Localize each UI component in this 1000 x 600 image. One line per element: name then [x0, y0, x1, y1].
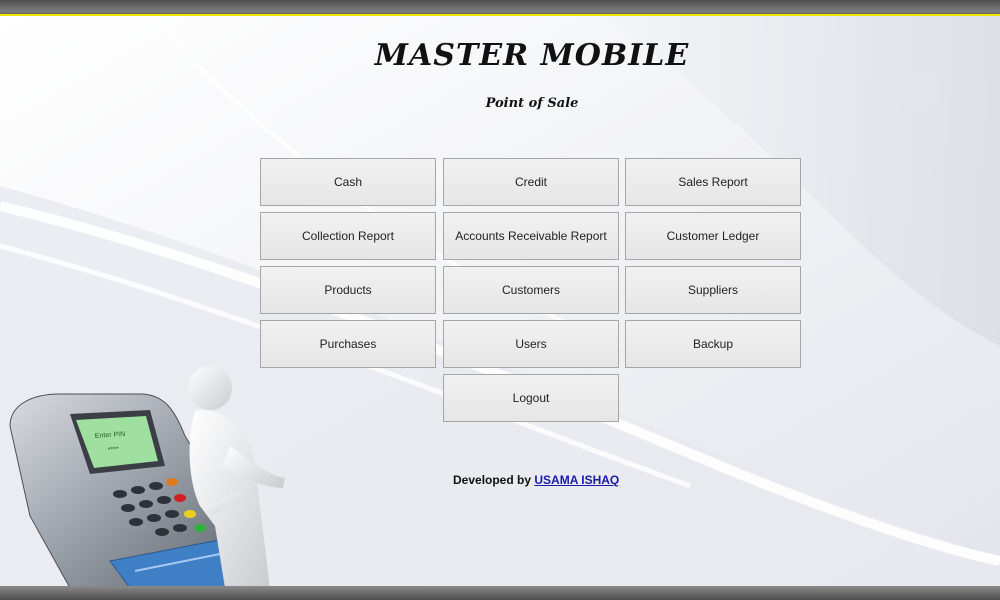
collection-report-button[interactable]: Collection Report [260, 212, 436, 260]
developer-credit: Developed by USAMA ISHAQ [453, 473, 619, 487]
accounts-receivable-report-button[interactable]: Accounts Receivable Report [443, 212, 619, 260]
customer-ledger-button[interactable]: Customer Ledger [625, 212, 801, 260]
products-button[interactable]: Products [260, 266, 436, 314]
cash-button[interactable]: Cash [260, 158, 436, 206]
sales-report-button[interactable]: Sales Report [625, 158, 801, 206]
credit-button[interactable]: Credit [443, 158, 619, 206]
main-form: MASTER MOBILE Point of Sale Cash Credit … [0, 14, 1000, 588]
users-button[interactable]: Users [443, 320, 619, 368]
backup-button[interactable]: Backup [625, 320, 801, 368]
terminal-screen-code: **** [108, 446, 120, 454]
window-top-bar [0, 0, 1000, 14]
customers-button[interactable]: Customers [443, 266, 619, 314]
developed-by-label: Developed by [453, 473, 532, 487]
app-subtitle: Point of Sale [485, 96, 579, 111]
purchases-button[interactable]: Purchases [260, 320, 436, 368]
pos-terminal-illustration: Enter PIN **** [9, 366, 285, 588]
suppliers-button[interactable]: Suppliers [625, 266, 801, 314]
logout-button[interactable]: Logout [443, 374, 619, 422]
window-bottom-bar [0, 586, 1000, 600]
app-title: MASTER MOBILE [374, 38, 690, 73]
developer-link[interactable]: USAMA ISHAQ [534, 473, 619, 487]
